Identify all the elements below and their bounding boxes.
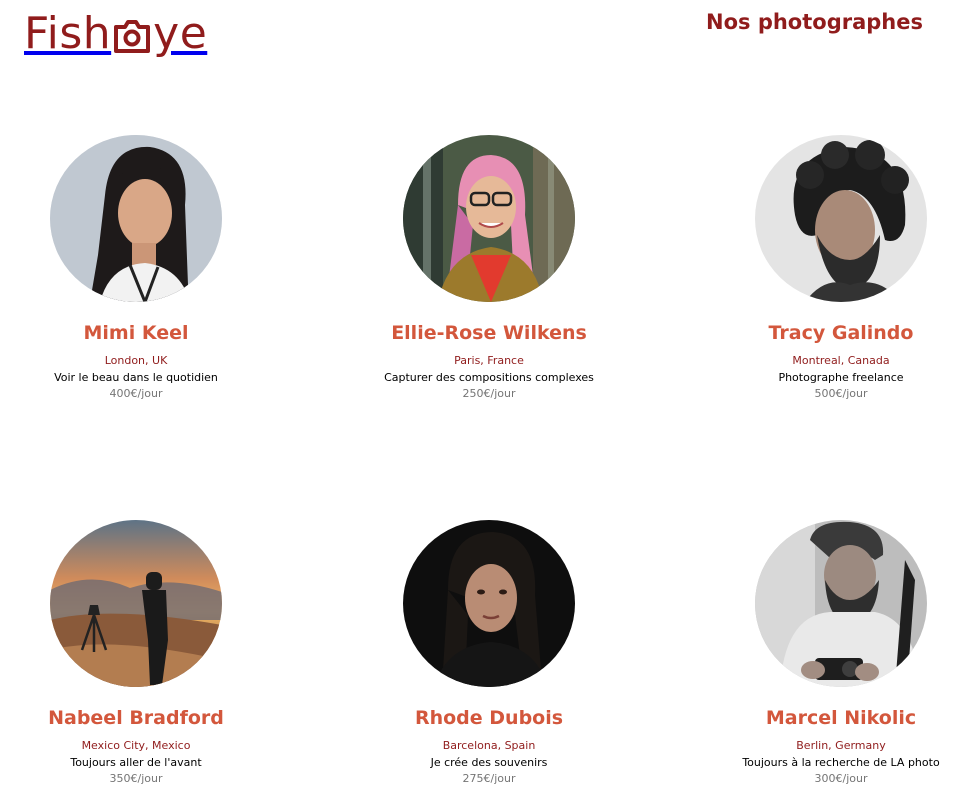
photographer-location: Barcelona, Spain (442, 739, 536, 752)
photographer-name: Mimi Keel (83, 322, 189, 344)
portrait-image (755, 135, 927, 302)
photographer-price: 500€/jour (814, 387, 868, 400)
photographer-location: Mexico City, Mexico (81, 739, 191, 752)
photographer-link[interactable]: Rhode Dubois (339, 520, 639, 730)
photographer-card: Mimi Keel London, UK Voir le beau dans l… (0, 135, 286, 400)
photographer-location: London, UK (104, 354, 168, 367)
photographer-card: Ellie-Rose Wilkens Paris, France Capture… (339, 135, 639, 400)
photographer-link[interactable]: Marcel Nikolic (691, 520, 978, 730)
photographer-tagline: Toujours aller de l'avant (70, 756, 202, 769)
photographer-price: 400€/jour (109, 387, 163, 400)
photographer-card: Marcel Nikolic Berlin, Germany Toujours … (691, 520, 978, 785)
photographer-tagline: Je crée des souvenirs (430, 756, 548, 769)
photographer-link[interactable]: Tracy Galindo (691, 135, 978, 345)
photographer-price: 250€/jour (462, 387, 516, 400)
photographer-link[interactable]: Mimi Keel (0, 135, 286, 345)
photographer-price: 275€/jour (462, 772, 516, 785)
portrait-image (755, 520, 927, 687)
portrait-image (50, 135, 222, 302)
photographer-tagline: Toujours à la recherche de LA photo (742, 756, 940, 769)
photographer-name: Tracy Galindo (768, 322, 914, 344)
photographer-link[interactable]: Ellie-Rose Wilkens (339, 135, 639, 345)
photographer-tagline: Capturer des compositions complexes (384, 371, 594, 384)
portrait-image (50, 520, 222, 687)
photographer-location: Montreal, Canada (792, 354, 890, 367)
photographer-name: Marcel Nikolic (765, 707, 917, 729)
photographer-card: Nabeel Bradford Mexico City, Mexico Touj… (0, 520, 286, 785)
photographer-price: 350€/jour (109, 772, 163, 785)
photographer-link[interactable]: Nabeel Bradford (0, 520, 286, 730)
photographer-card: Rhode Dubois Barcelona, Spain Je crée de… (339, 520, 639, 785)
portrait-image (403, 520, 575, 687)
photographer-location: Paris, France (454, 354, 524, 367)
photographer-card: Tracy Galindo Montreal, Canada Photograp… (691, 135, 978, 400)
photographer-name: Nabeel Bradford (48, 707, 224, 729)
photographer-name: Ellie-Rose Wilkens (391, 322, 587, 344)
photographer-tagline: Voir le beau dans le quotidien (54, 371, 218, 384)
photographer-tagline: Photographe freelance (778, 371, 904, 384)
photographer-name: Rhode Dubois (414, 707, 564, 729)
photographers-grid: Mimi Keel London, UK Voir le beau dans l… (0, 0, 978, 811)
portrait-image (403, 135, 575, 302)
photographer-price: 300€/jour (814, 772, 868, 785)
photographer-location: Berlin, Germany (796, 739, 886, 752)
